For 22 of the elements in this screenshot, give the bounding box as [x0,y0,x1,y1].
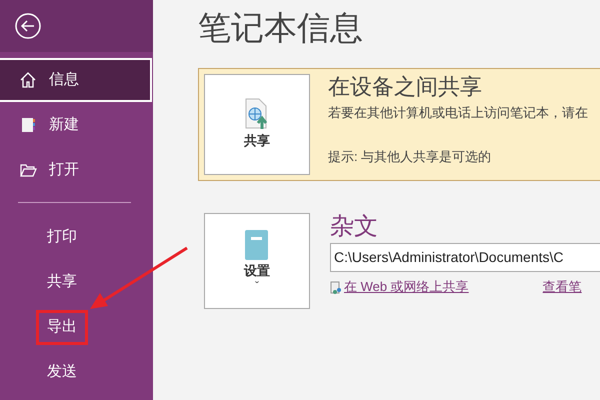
sidebar-item[interactable]: 共享 [36,265,88,300]
share-button[interactable]: 共享 [204,74,310,175]
sidebar-item[interactable]: 打印 [36,220,88,255]
back-icon[interactable] [15,13,41,39]
share-web-link[interactable]: 在 Web 或网络上共享 [330,277,469,297]
share-title: 在设备之间共享 [328,74,483,100]
view-link[interactable]: 查看笔 [542,277,582,297]
sidebar-item[interactable]: 打开 [0,148,153,192]
sidebar-item[interactable]: 信息 [0,58,152,102]
share-description: 若要在其他计算机或电话上访问笔记本，请在 [328,104,588,122]
notebook-name: 杂文 [330,212,379,242]
sidebar-item[interactable]: 导出 [36,310,88,345]
notebook-icon [243,228,271,261]
sidebar-item[interactable]: 发送 [36,355,88,390]
notebook-icon [19,116,37,134]
home-icon [19,71,37,89]
page-title: 笔记本信息 [198,8,364,48]
path-field[interactable]: C:\Users\Administrator\Documents\C [330,243,600,272]
share-people-icon [330,280,343,295]
settings-button[interactable]: 设置 ˇ [204,212,310,309]
share-tip: 提示: 与其他人共享是可选的 [328,148,492,166]
sidebar-item[interactable]: 新建 [0,103,153,147]
